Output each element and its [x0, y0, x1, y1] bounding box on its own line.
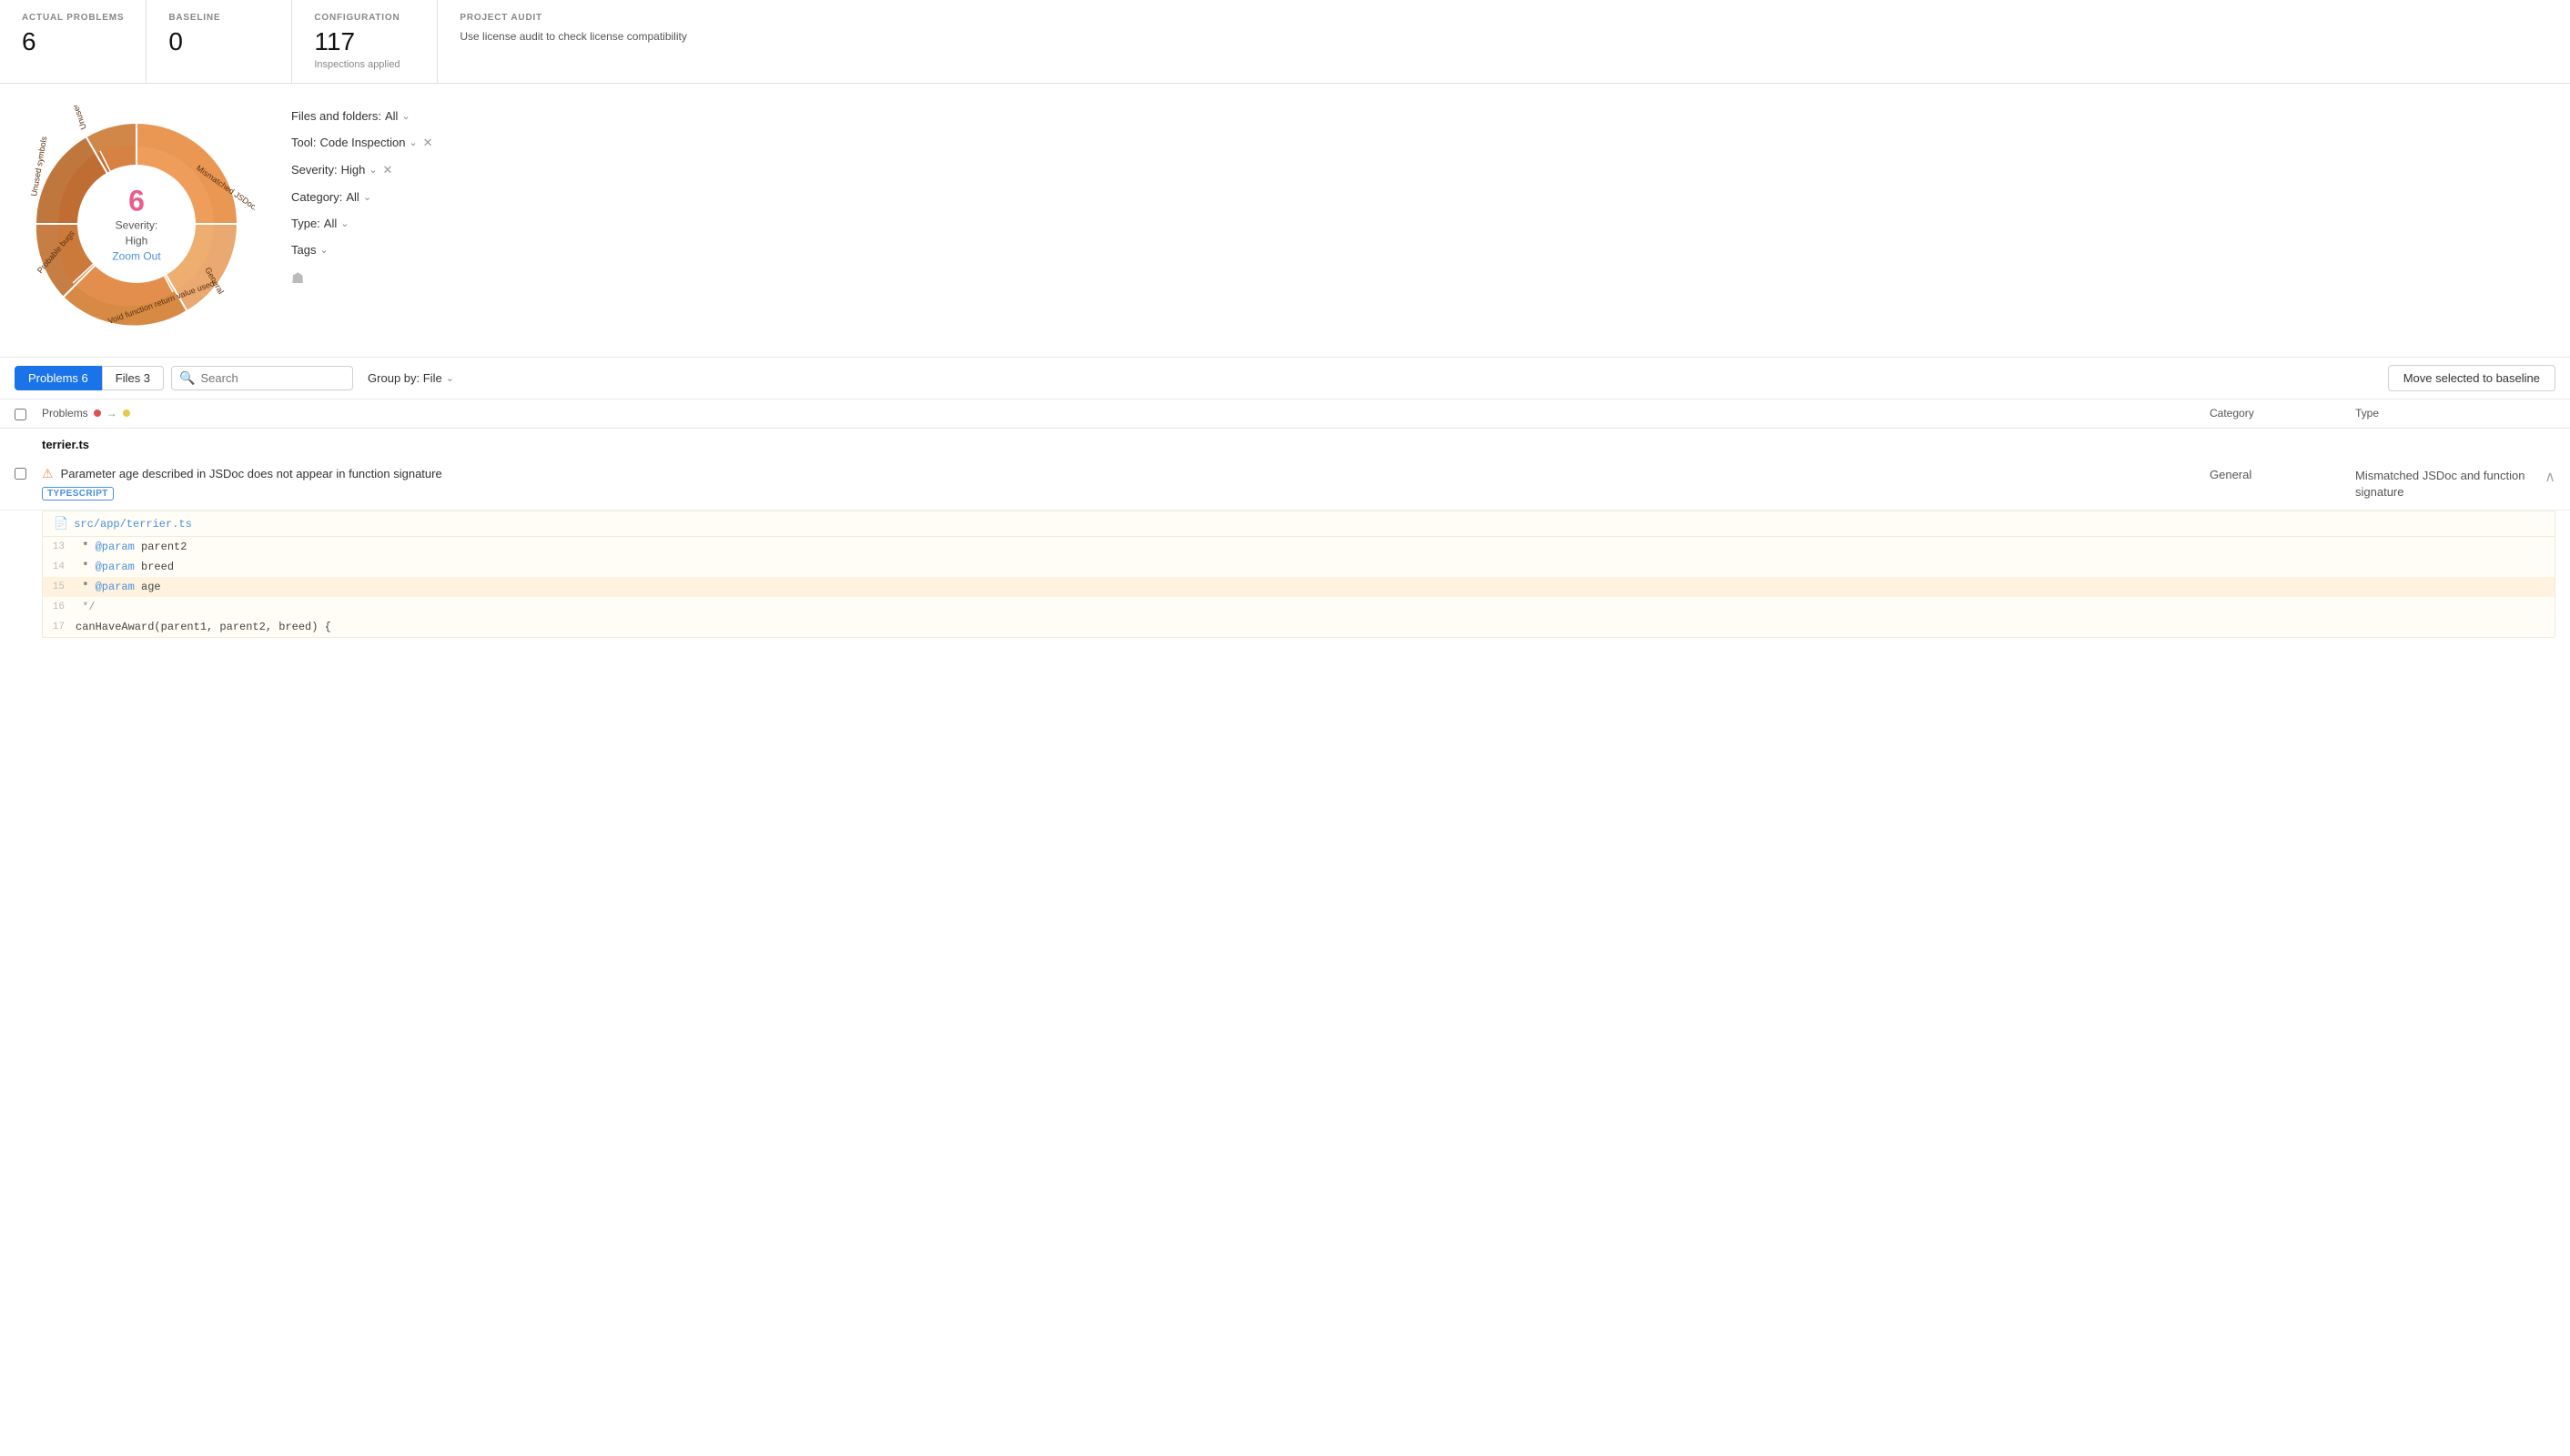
- toolbar: Problems 6 Files 3 🔍 Group by: File ⌄ Mo…: [0, 357, 2570, 399]
- tab-files[interactable]: Files 3: [102, 366, 164, 390]
- problem-title: ⚠ Parameter age described in JSDoc does …: [42, 466, 2210, 481]
- svg-text:Unused local symbol: Unused local symbol: [54, 106, 88, 131]
- baseline-value: 0: [168, 28, 269, 56]
- search-input[interactable]: [200, 371, 345, 385]
- donut-chart: Mismatched JSDoc... General Void functio…: [18, 106, 255, 342]
- filter-tool[interactable]: Tool: Code Inspection ⌄ ✕: [291, 136, 433, 150]
- group-by-chevron: ⌄: [446, 372, 454, 384]
- problems-table-header: Problems → Category Type: [0, 399, 2570, 429]
- type-col-header: Type: [2355, 407, 2555, 420]
- search-box[interactable]: 🔍: [171, 366, 353, 390]
- actual-problems-label: ACTUAL PROBLEMS: [22, 13, 124, 23]
- actual-problems-card: ACTUAL PROBLEMS 6: [0, 0, 147, 83]
- problem-row: ⚠ Parameter age described in JSDoc does …: [0, 457, 2570, 511]
- problem-content-col: ⚠ Parameter age described in JSDoc does …: [42, 466, 2210, 500]
- project-audit-card: PROJECT AUDIT Use license audit to check…: [438, 0, 708, 83]
- project-audit-label: PROJECT AUDIT: [460, 13, 686, 23]
- filter-files-folders[interactable]: Files and folders: All ⌄: [291, 109, 433, 123]
- dot-yellow: [123, 410, 130, 417]
- baseline-label: BASELINE: [168, 13, 269, 23]
- code-lines: 13 * @param parent2 14 * @param breed 15…: [43, 537, 2555, 637]
- problem-title-text: Parameter age described in JSDoc does no…: [61, 467, 442, 480]
- filter-severity[interactable]: Severity: High ⌄ ✕: [291, 163, 433, 177]
- severity-arrow: →: [106, 407, 117, 420]
- filter-category[interactable]: Category: All ⌄: [291, 190, 433, 204]
- code-view: 📄 src/app/terrier.ts 13 * @param parent2…: [42, 511, 2555, 638]
- tab-group: Problems 6 Files 3: [15, 366, 164, 390]
- tab-problems[interactable]: Problems 6: [15, 366, 102, 390]
- actual-problems-value: 6: [22, 28, 124, 56]
- expand-icon[interactable]: ∧: [2545, 468, 2555, 486]
- code-line-17: 17 canHaveAward(parent1, parent2, breed)…: [43, 617, 2555, 637]
- bookmark-filter[interactable]: ☗: [291, 269, 433, 288]
- problem-category-col: General: [2210, 466, 2355, 481]
- filter-type[interactable]: Type: All ⌄: [291, 217, 433, 230]
- filter-tags[interactable]: Tags ⌄: [291, 243, 433, 257]
- code-line-14: 14 * @param breed: [43, 557, 2555, 577]
- file-group-name: terrier.ts: [42, 438, 89, 451]
- select-all-checkbox[interactable]: [15, 409, 26, 420]
- severity-filter-close[interactable]: ✕: [383, 163, 393, 177]
- lang-badge: TYPESCRIPT: [42, 487, 114, 500]
- file-icon: 📄: [54, 517, 68, 531]
- dot-red: [94, 410, 101, 417]
- tool-filter-close[interactable]: ✕: [423, 136, 433, 150]
- problem-type-col: Mismatched JSDoc and function signature …: [2355, 466, 2555, 500]
- move-baseline-button[interactable]: Move selected to baseline: [2388, 365, 2555, 391]
- code-file-link[interactable]: 📄 src/app/terrier.ts: [43, 511, 2555, 537]
- stats-bar: ACTUAL PROBLEMS 6 BASELINE 0 CONFIGURATI…: [0, 0, 2570, 84]
- category-col-header: Category: [2210, 407, 2355, 420]
- problems-col-header: Problems →: [42, 407, 2210, 420]
- configuration-card: CONFIGURATION 117 Inspections applied: [292, 0, 438, 83]
- warning-icon: ⚠: [42, 466, 54, 481]
- group-by-label: Group by: File: [368, 371, 442, 385]
- bookmark-icon[interactable]: ☗: [291, 269, 304, 288]
- problem-type-text: Mismatched JSDoc and function signature: [2355, 468, 2545, 500]
- file-group-terrier: terrier.ts ⚠ Parameter age described in …: [0, 429, 2570, 638]
- filters-panel: Files and folders: All ⌄ Tool: Code Insp…: [291, 106, 433, 288]
- code-line-15: 15 * @param age: [43, 577, 2555, 597]
- problems-body: terrier.ts ⚠ Parameter age described in …: [0, 429, 2570, 638]
- problem-checkbox-col: [15, 466, 42, 480]
- code-line-16: 16 */: [43, 597, 2555, 617]
- configuration-value: 117: [314, 28, 415, 56]
- file-group-header: terrier.ts: [0, 429, 2570, 457]
- baseline-card: BASELINE 0: [147, 0, 292, 83]
- code-file-path: src/app/terrier.ts: [74, 518, 192, 531]
- group-by-dropdown[interactable]: Group by: File ⌄: [360, 368, 461, 389]
- project-audit-value: Use license audit to check license compa…: [460, 28, 686, 45]
- configuration-sub: Inspections applied: [314, 59, 415, 70]
- code-line-13: 13 * @param parent2: [43, 537, 2555, 557]
- problem-checkbox[interactable]: [15, 468, 26, 480]
- top-section: Mismatched JSDoc... General Void functio…: [0, 84, 2570, 357]
- search-icon: 🔍: [179, 370, 195, 386]
- configuration-label: CONFIGURATION: [314, 13, 415, 23]
